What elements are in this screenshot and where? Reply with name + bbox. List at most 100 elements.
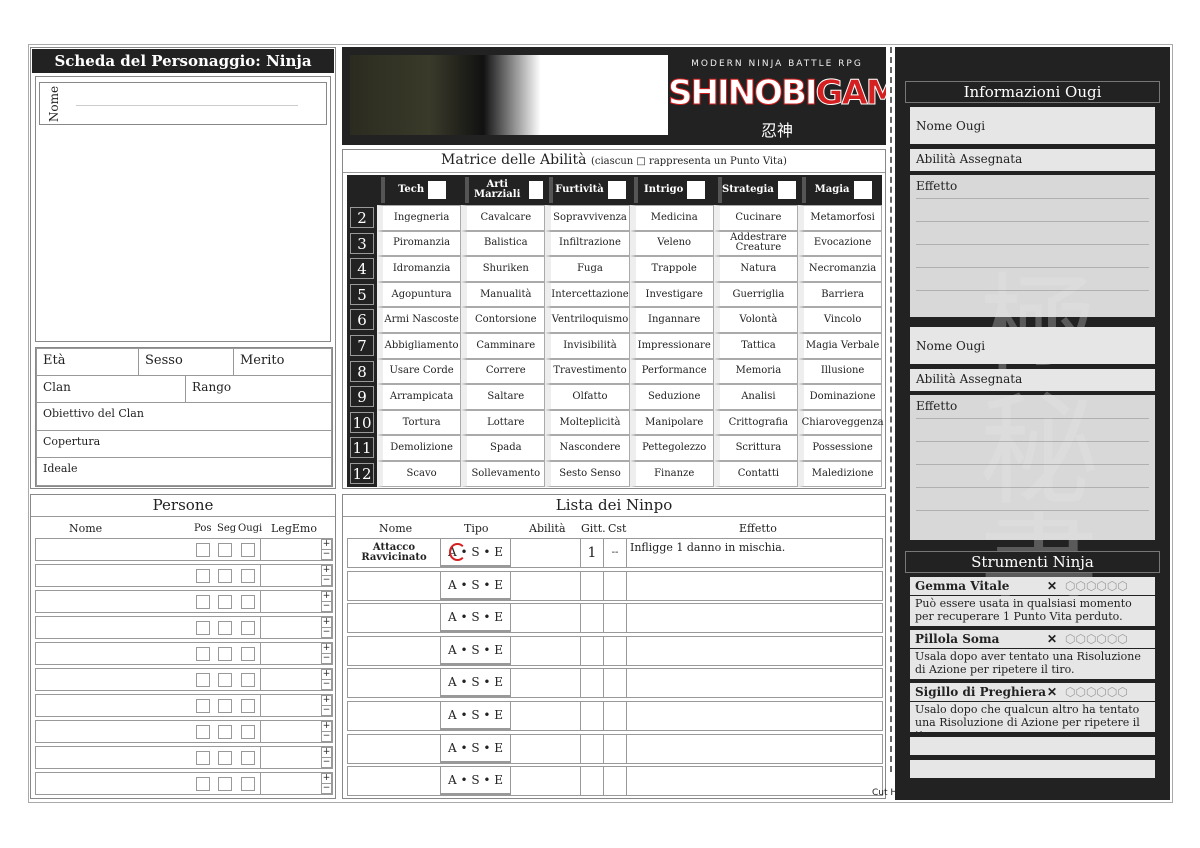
ninpo-name[interactable] [348,637,440,665]
ninpo-range[interactable] [580,604,603,633]
persone-name-field[interactable] [36,747,191,768]
ougi-checkbox[interactable] [241,621,255,635]
legemo-field[interactable] [260,772,320,795]
ninpo-skill[interactable] [510,571,580,600]
tool-count-hexes[interactable]: ⬡⬡⬡⬡⬡⬡ [1065,577,1128,595]
pos-checkbox[interactable] [196,673,210,687]
skill-cell[interactable]: Ingannare [629,307,714,333]
skill-cell[interactable]: Sesto Senso [545,461,630,487]
skill-cell[interactable]: Fuga [545,256,630,282]
empty-tool-slot[interactable] [910,760,1155,778]
persone-name-field[interactable] [36,695,191,716]
clan-field[interactable]: Clan [36,375,186,403]
pos-checkbox[interactable] [196,699,210,713]
ninpo-type-selector[interactable]: A • S • E [440,767,510,796]
persone-name-field[interactable] [36,539,191,560]
pos-checkbox[interactable] [196,777,210,791]
skill-cell[interactable]: Olfatto [545,384,630,410]
category-hp-checkbox[interactable] [687,181,706,199]
skill-cell[interactable]: Evocazione [798,230,883,257]
skill-cell[interactable]: Tortura [377,409,462,436]
ninpo-range[interactable] [580,702,603,730]
ninpo-cost[interactable] [603,604,627,633]
skill-cell[interactable]: Nascondere [545,435,630,461]
legemo-field[interactable] [260,590,320,613]
legemo-field[interactable] [260,720,320,743]
minus-button[interactable]: − [321,601,332,612]
skill-cell[interactable]: Balistica [461,230,546,257]
minus-button[interactable]: − [321,653,332,664]
skill-cell[interactable]: Pettegolezzo [629,435,714,461]
pos-checkbox[interactable] [196,621,210,635]
legemo-field[interactable] [260,616,320,639]
ninpo-cost[interactable] [603,734,627,763]
skill-cell[interactable]: Intercettazione [545,281,630,308]
skill-cell[interactable]: Sopravvivenza [545,205,630,231]
ninpo-type-selector[interactable]: A • S • E [440,636,510,665]
seg-checkbox[interactable] [218,725,232,739]
pos-checkbox[interactable] [196,725,210,739]
skill-cell[interactable]: Dominazione [798,384,883,410]
skill-cell[interactable]: Ventriloquismo [545,307,630,333]
skill-cell[interactable]: Medicina [629,205,714,231]
skill-cell[interactable]: Demolizione [377,435,462,461]
ougi-skill-field[interactable]: Abilità Assegnata [910,149,1155,171]
tool-used-mark[interactable]: ✕ [1047,577,1057,595]
minus-button[interactable]: − [321,627,332,638]
tool-used-mark[interactable]: ✕ [1047,630,1057,648]
ninpo-cost[interactable] [603,702,627,730]
ougi-checkbox[interactable] [241,647,255,661]
tool-count-hexes[interactable]: ⬡⬡⬡⬡⬡⬡ [1065,630,1128,648]
minus-button[interactable]: − [321,679,332,690]
sesso-field[interactable]: Sesso [138,348,234,376]
ninpo-range[interactable] [580,571,603,600]
ninpo-range[interactable] [580,734,603,763]
ninpo-range[interactable] [580,636,603,665]
ninpo-skill[interactable] [510,539,580,567]
ninpo-type-selector[interactable]: A • S • E [440,702,510,730]
ougi-checkbox[interactable] [241,673,255,687]
skill-cell[interactable]: Metamorfosi [798,205,883,231]
ougi-checkbox[interactable] [241,751,255,765]
pos-checkbox[interactable] [196,569,210,583]
persone-name-field[interactable] [36,565,191,586]
seg-checkbox[interactable] [218,621,232,635]
legemo-field[interactable] [260,642,320,665]
persone-name-field[interactable] [36,669,191,690]
ougi-checkbox[interactable] [241,725,255,739]
persone-name-field[interactable] [36,721,191,742]
tool-used-mark[interactable]: ✕ [1047,683,1057,701]
skill-cell[interactable]: Correre [461,358,546,385]
ninpo-name[interactable] [348,702,440,730]
persone-name-field[interactable] [36,773,191,794]
pos-checkbox[interactable] [196,751,210,765]
ninpo-skill[interactable] [510,734,580,763]
skill-cell[interactable]: Scavo [377,461,462,487]
ninpo-skill[interactable] [510,636,580,665]
skill-cell[interactable]: Manipolare [629,409,714,436]
persone-name-field[interactable] [36,591,191,612]
skill-cell[interactable]: Scrittura [713,435,798,461]
ninpo-type-selector[interactable]: A • S • E [440,604,510,633]
rango-field[interactable]: Rango [185,375,332,403]
skill-cell[interactable]: Barriera [798,281,883,308]
tool-count-hexes[interactable]: ⬡⬡⬡⬡⬡⬡ [1065,683,1128,701]
skill-cell[interactable]: Lottare [461,409,546,436]
skill-cell[interactable]: Travestimento [545,358,630,385]
category-hp-checkbox[interactable] [853,181,872,199]
skill-cell[interactable]: Infiltrazione [545,230,630,257]
pos-checkbox[interactable] [196,647,210,661]
ninpo-effect[interactable]: Infligge 1 danno in mischia. [630,541,880,554]
minus-button[interactable]: − [321,731,332,742]
ninpo-skill[interactable] [510,669,580,698]
seg-checkbox[interactable] [218,647,232,661]
ougi-checkbox[interactable] [241,699,255,713]
legemo-field[interactable] [260,668,320,691]
ninpo-skill[interactable] [510,604,580,633]
skill-cell[interactable]: Invisibilità [545,333,630,359]
category-hp-checkbox[interactable] [529,181,544,199]
ninpo-range[interactable] [580,767,603,796]
seg-checkbox[interactable] [218,699,232,713]
ninpo-type-selector[interactable]: A • S • E [440,669,510,698]
legemo-field[interactable] [260,538,320,561]
